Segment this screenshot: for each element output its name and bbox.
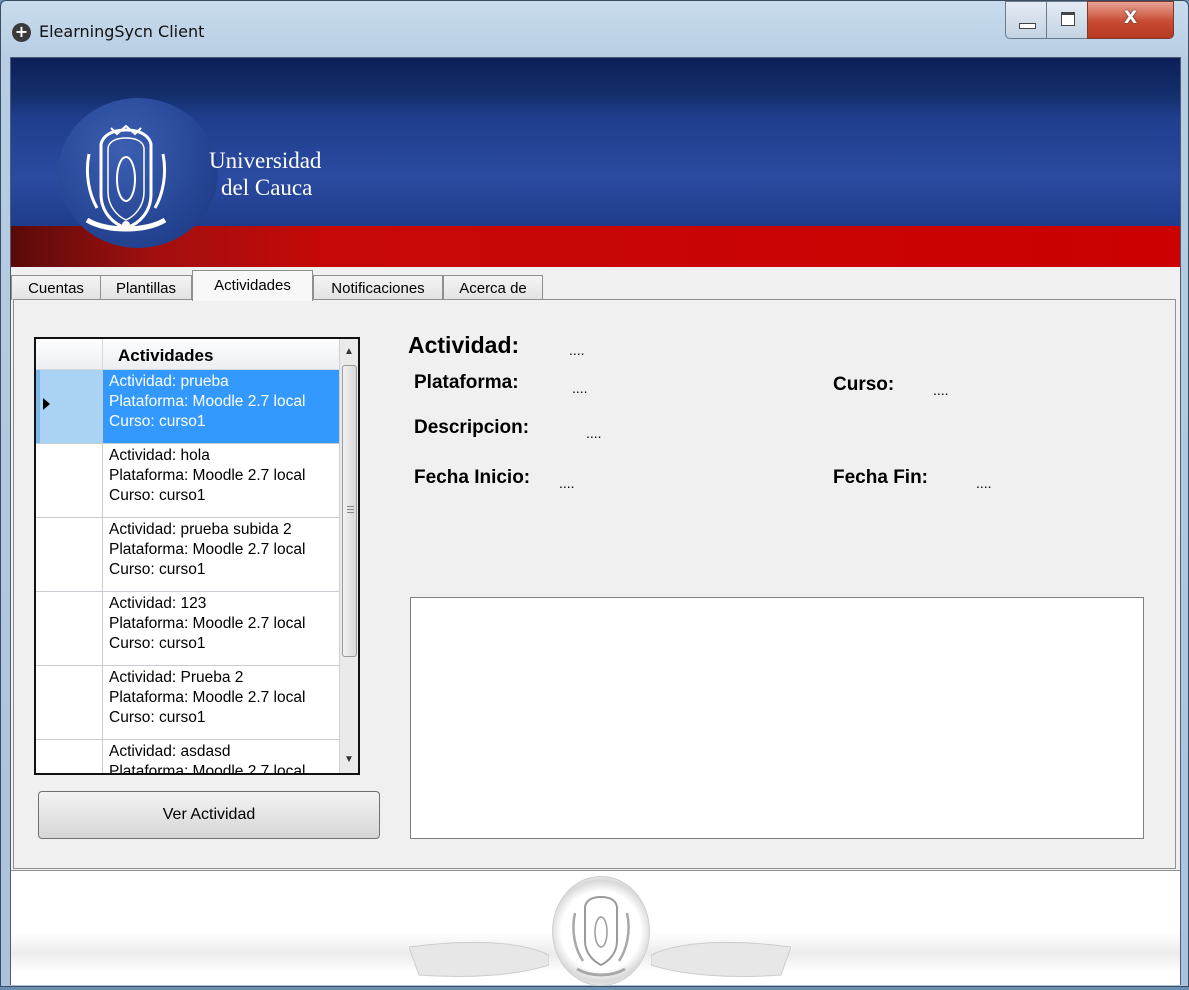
footer xyxy=(11,870,1180,986)
current-row-arrow-icon xyxy=(43,398,50,410)
university-crest-icon xyxy=(85,124,167,232)
footer-right-ornament-icon xyxy=(651,941,791,978)
row-header[interactable] xyxy=(36,666,103,739)
footer-seal xyxy=(552,876,650,986)
cell-line: Curso: curso1 xyxy=(109,487,206,504)
tab-strip: Cuentas Plantillas Actividades Notificac… xyxy=(11,270,1180,301)
university-name-line1: Universidad xyxy=(209,148,322,173)
cell-line: Plataforma: Moodle 2.7 local xyxy=(109,689,306,706)
activities-grid[interactable]: Actividades Actividad: prueba Plataforma… xyxy=(34,337,360,775)
fecha-inicio-label: Fecha Inicio: xyxy=(414,467,531,488)
tab-notificaciones[interactable]: Notificaciones xyxy=(313,275,443,300)
close-icon: X xyxy=(1123,8,1138,28)
plataforma-value: .... xyxy=(572,380,588,396)
actividad-label: Actividad: xyxy=(408,332,520,358)
fecha-fin-label: Fecha Fin: xyxy=(833,467,929,488)
grid-row[interactable]: Actividad: prueba Plataforma: Moodle 2.7… xyxy=(36,370,348,444)
grid-header: Actividades xyxy=(36,339,348,370)
fecha-inicio-value: .... xyxy=(559,475,575,491)
client-area: Universidad del Cauca Cuentas Plantillas… xyxy=(10,57,1181,986)
row-header[interactable] xyxy=(36,592,103,665)
fecha-fin-value: .... xyxy=(976,475,992,491)
cell-line: Plataforma: Moodle 2.7 local xyxy=(109,615,306,632)
grid-vertical-scrollbar[interactable]: ▲ ▼ xyxy=(339,339,358,773)
minimize-button[interactable] xyxy=(1005,1,1047,39)
plataforma-label: Plataforma: xyxy=(414,372,519,393)
maximize-icon xyxy=(1061,12,1075,26)
ver-actividad-button[interactable]: Ver Actividad xyxy=(38,791,380,839)
tab-actividades[interactable]: Actividades xyxy=(192,270,313,301)
cell-line: Curso: curso1 xyxy=(109,635,206,652)
cell-line: Plataforma: Moodle 2.7 local xyxy=(109,393,306,410)
minimize-icon xyxy=(1019,23,1036,29)
cell-line: Actividad: Prueba 2 xyxy=(109,669,244,686)
descripcion-value: .... xyxy=(586,425,602,441)
actividades-tab-page: Actividades Actividad: prueba Plataforma… xyxy=(13,299,1176,869)
scrollbar-grip-icon xyxy=(347,506,354,515)
footer-left-ornament-icon xyxy=(409,941,549,978)
university-name: Universidad del Cauca xyxy=(209,147,321,201)
row-header[interactable] xyxy=(36,370,103,443)
header-banner: Universidad del Cauca xyxy=(11,58,1180,267)
close-button[interactable]: X xyxy=(1087,1,1174,39)
row-header[interactable] xyxy=(36,740,103,773)
title-bar[interactable]: + ElearningSycn Client X xyxy=(1,1,1188,57)
scrollbar-thumb[interactable] xyxy=(342,365,357,657)
cell-line: Actividad: asdasd xyxy=(109,743,231,760)
activity-cell[interactable]: Actividad: prueba Plataforma: Moodle 2.7… xyxy=(103,370,348,443)
grid-rows: Actividad: prueba Plataforma: Moodle 2.7… xyxy=(36,370,348,775)
tab-acerca-de[interactable]: Acerca de xyxy=(443,275,543,300)
activity-cell[interactable]: Actividad: Prueba 2 Plataforma: Moodle 2… xyxy=(103,666,348,739)
actividad-value: .... xyxy=(569,342,585,358)
activity-cell[interactable]: Actividad: hola Plataforma: Moodle 2.7 l… xyxy=(103,444,348,517)
cell-line: Curso: curso1 xyxy=(109,413,206,430)
tab-cuentas[interactable]: Cuentas xyxy=(11,275,101,300)
cell-line: Plataforma: Moodle 2.7 local xyxy=(109,541,306,558)
scroll-up-arrow-icon[interactable]: ▲ xyxy=(340,343,358,361)
cell-line: Plataforma: Moodle 2.7 local xyxy=(109,467,306,484)
activity-detail-textbox[interactable] xyxy=(410,597,1144,839)
activity-cell[interactable]: Actividad: 123 Plataforma: Moodle 2.7 lo… xyxy=(103,592,348,665)
cell-line: Plataforma: Moodle 2.7 local xyxy=(109,763,306,775)
activity-cell[interactable]: Actividad: asdasd Plataforma: Moodle 2.7… xyxy=(103,740,348,775)
row-header[interactable] xyxy=(36,444,103,517)
tab-plantillas[interactable]: Plantillas xyxy=(100,275,192,300)
column-header-actividades[interactable]: Actividades xyxy=(118,346,213,366)
university-name-line2: del Cauca xyxy=(221,175,313,200)
app-plus-icon: + xyxy=(12,23,31,42)
maximize-button[interactable] xyxy=(1046,1,1088,39)
grid-row[interactable]: Actividad: Prueba 2 Plataforma: Moodle 2… xyxy=(36,666,348,740)
cell-line: Curso: curso1 xyxy=(109,709,206,726)
cell-line: Actividad: 123 xyxy=(109,595,207,612)
grid-row[interactable]: Actividad: 123 Plataforma: Moodle 2.7 lo… xyxy=(36,592,348,666)
app-window: + ElearningSycn Client X Universidad del… xyxy=(0,0,1189,987)
descripcion-label: Descripcion: xyxy=(414,417,530,438)
grid-corner-cell[interactable] xyxy=(36,339,103,369)
grid-row[interactable]: Actividad: prueba subida 2 Plataforma: M… xyxy=(36,518,348,592)
cell-line: Actividad: hola xyxy=(109,447,210,464)
grid-row[interactable]: Actividad: asdasd Plataforma: Moodle 2.7… xyxy=(36,740,348,775)
footer-crest-icon xyxy=(572,895,630,977)
grid-row[interactable]: Actividad: hola Plataforma: Moodle 2.7 l… xyxy=(36,444,348,518)
window-title: ElearningSycn Client xyxy=(39,22,205,41)
curso-label: Curso: xyxy=(833,374,895,395)
activity-cell[interactable]: Actividad: prueba subida 2 Plataforma: M… xyxy=(103,518,348,591)
row-header[interactable] xyxy=(36,518,103,591)
cell-line: Actividad: prueba xyxy=(109,373,229,390)
cell-line: Curso: curso1 xyxy=(109,561,206,578)
curso-value: .... xyxy=(933,382,949,398)
scroll-down-arrow-icon[interactable]: ▼ xyxy=(340,751,358,769)
cell-line: Actividad: prueba subida 2 xyxy=(109,521,292,538)
